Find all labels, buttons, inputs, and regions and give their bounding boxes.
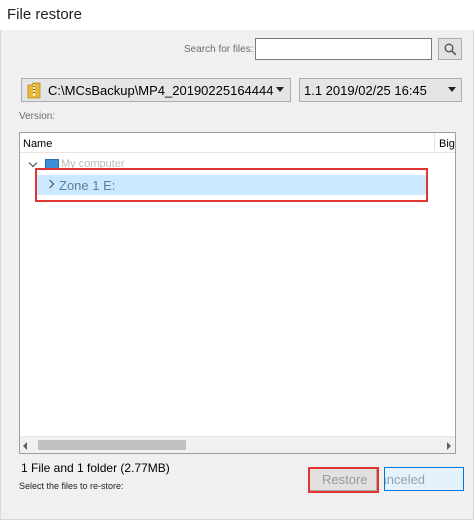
search-input[interactable] xyxy=(255,38,432,60)
tree-node-label: My computer xyxy=(61,158,125,170)
cancel-button[interactable]: canceled xyxy=(384,467,464,491)
expand-arrow-icon[interactable] xyxy=(28,158,38,168)
file-tree[interactable]: Name Big My computer Zone 1 E: xyxy=(19,132,456,454)
collapse-arrow-icon[interactable] xyxy=(45,179,55,189)
scroll-left-icon[interactable] xyxy=(23,442,27,450)
title-bar[interactable]: File restore xyxy=(0,0,474,30)
column-size[interactable]: Big xyxy=(439,138,455,150)
column-header: Name Big xyxy=(20,133,455,153)
column-name[interactable]: Name xyxy=(23,138,52,150)
selection-summary: 1 File and 1 folder (2.77MB) xyxy=(21,461,170,475)
chevron-down-icon xyxy=(448,87,456,92)
window-title: File restore xyxy=(7,6,83,23)
file-restore-window: File restore Search for files: C:\MCsBac… xyxy=(0,0,474,520)
version-text: 1.1 2019/02/25 16:45 xyxy=(304,83,427,98)
magnifier-icon xyxy=(444,43,456,55)
chevron-down-icon xyxy=(276,87,284,92)
version-label: Version: xyxy=(19,111,56,122)
folder-zip-icon xyxy=(27,82,41,99)
cancel-button-label: canceled xyxy=(385,472,426,487)
version-dropdown[interactable]: 1.1 2019/02/25 16:45 xyxy=(299,78,462,102)
monitor-icon xyxy=(45,159,59,169)
restore-button[interactable]: Restore xyxy=(309,467,377,491)
search-button[interactable] xyxy=(438,38,462,60)
scroll-right-icon[interactable] xyxy=(447,442,451,450)
scroll-thumb[interactable] xyxy=(38,440,186,450)
horizontal-scrollbar[interactable] xyxy=(20,436,455,453)
backup-path-text: C:\MCsBackup\MP4_20190225164444 xyxy=(48,83,274,98)
tree-node-zone-1[interactable]: Zone 1 E: xyxy=(36,175,428,195)
tree-node-my-computer[interactable]: My computer xyxy=(20,155,455,173)
tree-node-label: Zone 1 E: xyxy=(59,178,116,193)
search-label: Search for files: xyxy=(184,44,254,55)
column-divider[interactable] xyxy=(434,133,435,153)
backup-path-dropdown[interactable]: C:\MCsBackup\MP4_20190225164444 xyxy=(21,78,291,102)
selection-hint: Select the files to re-store: xyxy=(19,481,124,491)
